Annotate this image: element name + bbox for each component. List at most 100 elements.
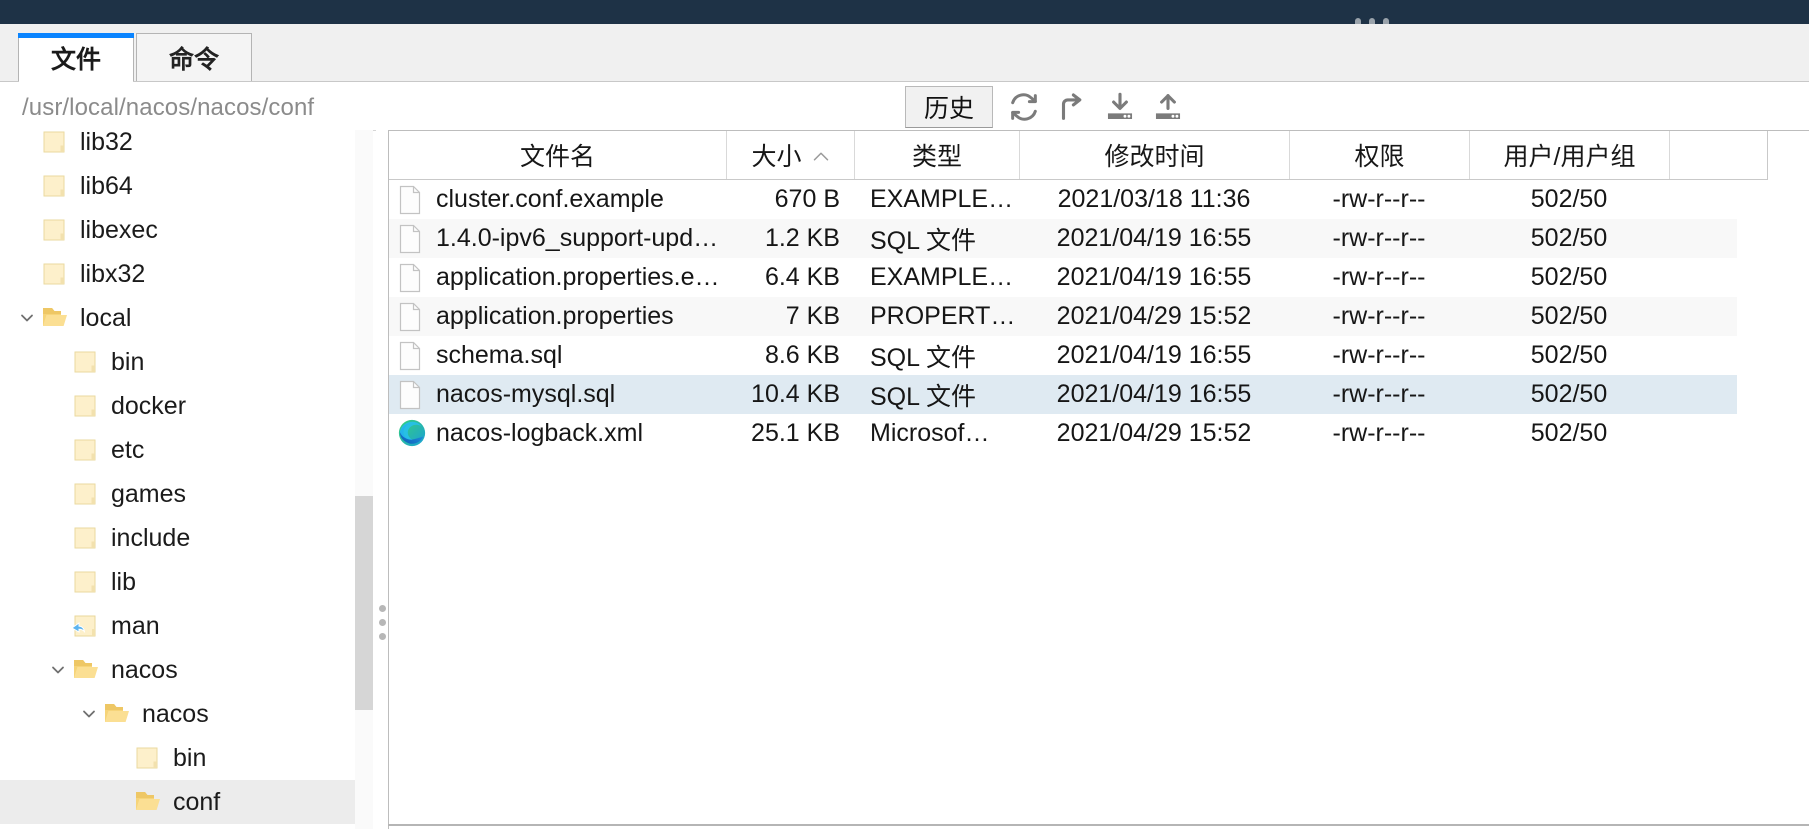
tree-item-label: local (80, 306, 131, 331)
cell-text: 502/50 (1531, 380, 1607, 409)
file-icon (398, 263, 424, 293)
refresh-icon[interactable] (1007, 90, 1041, 124)
cell-text: 502/50 (1531, 263, 1607, 292)
cell-text: -rw-r--r-- (1333, 263, 1426, 292)
table-row[interactable]: application.properties7 KBPROPERT…2021/0… (388, 297, 1737, 336)
cell-type: SQL 文件 (854, 219, 1019, 258)
upload-icon[interactable] (1151, 90, 1185, 124)
column-header-pad[interactable] (1670, 131, 1767, 179)
tree-item-docker[interactable]: docker (0, 384, 356, 428)
table-row[interactable]: nacos-mysql.sql10.4 KBSQL 文件2021/04/19 1… (388, 375, 1737, 414)
tree-item-label: libexec (80, 218, 158, 243)
cell-type: SQL 文件 (854, 375, 1019, 414)
tab-commands[interactable]: 命令 (136, 33, 252, 81)
arrow-up-icon[interactable] (1055, 90, 1089, 124)
column-header-label: 修改时间 (1104, 137, 1204, 173)
cell-size: 6.4 KB (726, 258, 854, 297)
folder-icon (71, 569, 101, 595)
cell-user: 502/50 (1469, 375, 1669, 414)
tab-files[interactable]: 文件 (18, 33, 134, 81)
table-row[interactable]: 1.4.0-ipv6_support-upd…1.2 KBSQL 文件2021/… (388, 219, 1737, 258)
tree-item-label: etc (111, 438, 144, 463)
cell-text: EXAMPLE… (870, 263, 1013, 292)
tree-item-lib32[interactable]: lib32 (0, 130, 356, 164)
folder-icon (71, 437, 101, 463)
folder-icon (40, 217, 70, 243)
cell-perm: -rw-r--r-- (1289, 219, 1469, 258)
cell-text: -rw-r--r-- (1333, 224, 1426, 253)
directory-tree[interactable]: lib32lib64libexeclibx32localbindockeretc… (0, 130, 356, 829)
folder-open-icon (40, 305, 70, 331)
file-table-body[interactable]: cluster.conf.example670 BEXAMPLE…2021/03… (388, 180, 1809, 453)
path-toolbar: 历史 (905, 86, 1185, 128)
window-titlebar (0, 0, 1809, 24)
cell-time: 2021/04/29 15:52 (1019, 297, 1289, 336)
tree-item-etc[interactable]: etc (0, 428, 356, 472)
cell-text: 2021/04/19 16:55 (1057, 380, 1252, 409)
cell-text: schema.sql (436, 341, 562, 370)
cell-text: -rw-r--r-- (1333, 419, 1426, 448)
tree-item-label: nacos (142, 702, 209, 727)
cell-name: application.properties (388, 297, 726, 336)
sidebar-scrollbar-thumb[interactable] (355, 496, 373, 710)
history-button[interactable]: 历史 (905, 86, 993, 128)
cell-text: 502/50 (1531, 419, 1607, 448)
column-header-type[interactable]: 类型 (855, 131, 1020, 179)
tree-item-label: lib (111, 570, 136, 595)
cell-text: 502/50 (1531, 302, 1607, 331)
column-header-name[interactable]: 文件名 (389, 131, 727, 179)
tree-spacer (14, 261, 40, 287)
tree-item-label: man (111, 614, 160, 639)
tree-item-libexec[interactable]: libexec (0, 208, 356, 252)
column-header-user[interactable]: 用户/用户组 (1470, 131, 1670, 179)
tree-item-libx32[interactable]: libx32 (0, 252, 356, 296)
table-row[interactable]: cluster.conf.example670 BEXAMPLE…2021/03… (388, 180, 1737, 219)
path-bar: /usr/local/nacos/nacos/conf 历史 (0, 82, 1809, 131)
tree-item-man[interactable]: man (0, 604, 356, 648)
tree-item-bin[interactable]: bin (0, 340, 356, 384)
chevron-down-icon[interactable] (76, 701, 102, 727)
tree-item-label: lib32 (80, 130, 133, 155)
cell-perm: -rw-r--r-- (1289, 414, 1469, 453)
cell-text: 502/50 (1531, 224, 1607, 253)
folder-icon (133, 745, 163, 771)
cell-type: EXAMPLE… (854, 258, 1019, 297)
column-header-label: 用户/用户组 (1504, 137, 1636, 173)
table-row[interactable]: schema.sql8.6 KBSQL 文件2021/04/19 16:55-r… (388, 336, 1737, 375)
tree-item-include[interactable]: include (0, 516, 356, 560)
table-row[interactable]: application.properties.e…6.4 KBEXAMPLE…2… (388, 258, 1737, 297)
tree-item-conf[interactable]: conf (0, 780, 356, 824)
tree-item-local[interactable]: local (0, 296, 356, 340)
tree-item-label: bin (173, 746, 206, 771)
cell-perm: -rw-r--r-- (1289, 258, 1469, 297)
table-row[interactable]: nacos-logback.xml25.1 KBMicrosof…2021/04… (388, 414, 1737, 453)
cell-text: -rw-r--r-- (1333, 185, 1426, 214)
tree-spacer (14, 217, 40, 243)
sidebar-scrollbar-track[interactable] (355, 130, 373, 829)
chevron-down-icon[interactable] (45, 657, 71, 683)
tree-spacer (45, 613, 71, 639)
chevron-down-icon[interactable] (14, 305, 40, 331)
cell-perm: -rw-r--r-- (1289, 375, 1469, 414)
tree-item-nacos[interactable]: nacos (0, 648, 356, 692)
tree-item-lib64[interactable]: lib64 (0, 164, 356, 208)
panel-splitter[interactable] (376, 130, 388, 829)
download-icon[interactable] (1103, 90, 1137, 124)
column-header-size[interactable]: 大小 (727, 131, 855, 179)
tree-item-nacos[interactable]: nacos (0, 692, 356, 736)
folder-icon (71, 349, 101, 375)
cell-text: application.properties (436, 302, 674, 331)
column-header-perm[interactable]: 权限 (1290, 131, 1470, 179)
cell-text: -rw-r--r-- (1333, 380, 1426, 409)
tree-item-lib[interactable]: lib (0, 560, 356, 604)
tree-item-bin[interactable]: bin (0, 736, 356, 780)
column-header-time[interactable]: 修改时间 (1020, 131, 1290, 179)
folder-icon (71, 393, 101, 419)
folder-shortcut-icon (71, 613, 101, 639)
cell-text: 670 B (775, 185, 840, 214)
cell-text: 1.4.0-ipv6_support-upd… (436, 224, 718, 253)
tree-item-games[interactable]: games (0, 472, 356, 516)
folder-icon (71, 481, 101, 507)
current-path-label[interactable]: /usr/local/nacos/nacos/conf (22, 94, 314, 122)
cell-text: 2021/03/18 11:36 (1058, 185, 1251, 214)
